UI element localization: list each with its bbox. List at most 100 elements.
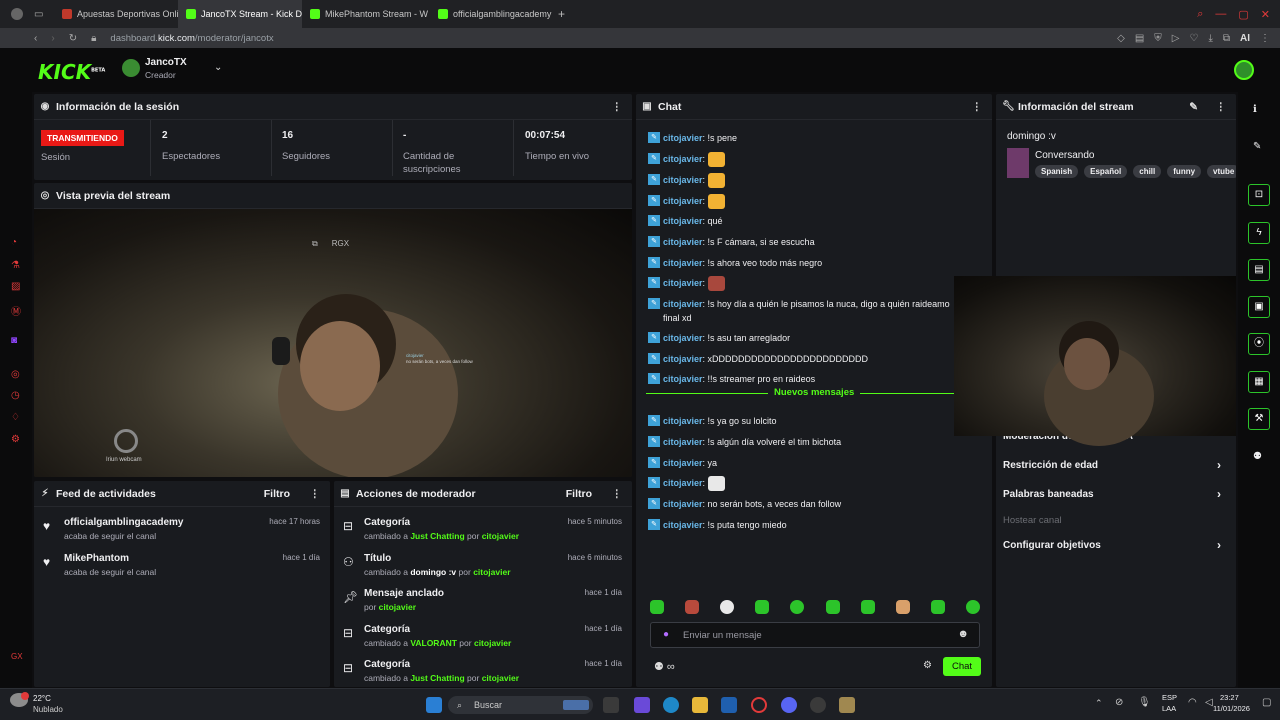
clock-time[interactable]: 23:27: [1220, 693, 1239, 702]
chat-message[interactable]: ✎ citojavier: xDDDDDDDDDDDDDDDDDDDDDDDD: [648, 352, 958, 366]
action-user[interactable]: citojavier: [473, 567, 510, 577]
tab-actions[interactable]: [0, 8, 34, 20]
action-user[interactable]: citojavier: [379, 602, 416, 612]
setting-age-restriction[interactable]: Restricción de edad ›: [1003, 458, 1227, 472]
chat-message[interactable]: ✎ citojavier: !s algún día volveré el tim…: [648, 435, 958, 449]
reload-icon[interactable]: ↻: [69, 33, 77, 44]
emote-button[interactable]: [755, 600, 770, 614]
heart-icon[interactable]: ♡: [1189, 33, 1198, 44]
tab-apuestas[interactable]: Apuestas Deportivas Onlin: [54, 0, 178, 28]
close-window-button[interactable]: ✕: [1261, 8, 1270, 21]
emote-button[interactable]: [895, 600, 910, 614]
stream-category[interactable]: Conversando: [1035, 150, 1094, 161]
chat-username[interactable]: citojavier: [663, 237, 703, 247]
wrench-icon[interactable]: ⚒: [1248, 408, 1270, 430]
app-icon[interactable]: [810, 697, 826, 713]
site-info-icon[interactable]: 🔒︎: [91, 33, 96, 44]
chat-icon[interactable]: ▣: [1248, 296, 1270, 318]
stream-video[interactable]: ⧉ RGX citojavier no serán bots, a veces …: [34, 209, 632, 477]
chat-username[interactable]: citojavier: [663, 458, 703, 468]
chat-message[interactable]: ✎ citojavier: ya: [648, 456, 958, 470]
extension-icon[interactable]: ◇: [1117, 33, 1125, 44]
twitch-icon[interactable]: ◙: [11, 335, 17, 346]
screenshot-icon[interactable]: ⧉: [1223, 33, 1230, 44]
filter-button[interactable]: Filtro: [264, 488, 290, 500]
more-options-icon[interactable]: ⋮: [612, 488, 623, 500]
settings-icon[interactable]: ⚙: [11, 434, 20, 445]
new-tab-button[interactable]: +: [558, 7, 565, 21]
ai-button[interactable]: AI: [1240, 33, 1250, 44]
chat-message[interactable]: ✎ citojavier: !s asu tan arreglador: [648, 331, 958, 345]
action-user[interactable]: citojavier: [482, 673, 519, 683]
url-field[interactable]: dashboard.kick.com/moderator/jancotx: [110, 33, 273, 44]
tab-jancotx[interactable]: JancoTX Stream - Kick Da✕: [178, 0, 302, 28]
send-chat-button[interactable]: Chat: [943, 657, 981, 676]
edit-icon[interactable]: ✎: [1253, 141, 1261, 152]
app-icon[interactable]: [839, 697, 855, 713]
emote-button[interactable]: [930, 600, 945, 614]
bolt-icon[interactable]: ϟ: [1248, 222, 1270, 244]
tool-icon[interactable]: ◔: [11, 237, 17, 248]
chat-username[interactable]: citojavier: [663, 416, 703, 426]
channel-name[interactable]: JancoTX: [145, 57, 187, 68]
category-thumbnail[interactable]: [1007, 148, 1029, 178]
webcam-overlay[interactable]: [954, 276, 1236, 446]
clock-icon[interactable]: ◷: [11, 390, 20, 401]
store-icon[interactable]: [721, 697, 737, 713]
chat-input[interactable]: ● Enviar un mensaje ☻: [650, 622, 980, 648]
app-icon[interactable]: [634, 697, 650, 713]
user-avatar[interactable]: [1234, 60, 1254, 80]
tag-chip[interactable]: funny: [1167, 165, 1202, 178]
tool-icon[interactable]: ▨: [11, 281, 20, 292]
chat-message[interactable]: ✎ citojavier:: [648, 152, 958, 168]
task-view-icon[interactable]: [603, 697, 619, 713]
minimize-button[interactable]: —: [1215, 8, 1226, 20]
download-icon[interactable]: ⤓: [1208, 33, 1212, 44]
chat-username[interactable]: citojavier: [663, 154, 703, 164]
users-icon[interactable]: ⚉ ∞: [654, 660, 675, 673]
chat-username[interactable]: citojavier: [663, 216, 703, 226]
menu-icon[interactable]: ⋮: [1260, 33, 1270, 44]
tool-icon[interactable]: ⚗: [11, 260, 20, 271]
play-icon[interactable]: ▷: [1172, 33, 1180, 44]
setting-host-channel[interactable]: Hostear canal: [1003, 515, 1227, 526]
chat-message[interactable]: ✎ citojavier:: [648, 173, 958, 189]
tab-mikephantom[interactable]: MikePhantom Stream - W: [302, 0, 430, 28]
chat-message[interactable]: ✎ citojavier: !s ya go su lolcito: [648, 414, 958, 428]
gx-icon[interactable]: GX: [11, 652, 23, 661]
shield-icon[interactable]: ⛨: [1154, 33, 1162, 44]
emote-button[interactable]: [650, 600, 664, 614]
chat-username[interactable]: citojavier: [663, 437, 703, 447]
edit-icon[interactable]: ✎: [1189, 101, 1198, 113]
users-icon[interactable]: ⚉: [1253, 451, 1262, 462]
wifi-icon[interactable]: ◠: [1188, 697, 1197, 708]
emoji-icon[interactable]: ☻: [957, 628, 969, 640]
tool-icon[interactable]: Ⓜ: [11, 303, 21, 318]
clock-date[interactable]: 11/01/2026: [1213, 704, 1250, 713]
edge-icon[interactable]: [663, 697, 679, 713]
channel-avatar[interactable]: [122, 59, 140, 77]
tool-icon[interactable]: ◎: [11, 369, 20, 380]
chat-username[interactable]: citojavier: [663, 374, 703, 384]
taskbar-search[interactable]: ⌕ Buscar: [448, 696, 593, 714]
chat-message[interactable]: ✎ citojavier:: [648, 194, 958, 210]
tag-chip[interactable]: Spanish: [1035, 165, 1079, 178]
chat-username[interactable]: citojavier: [663, 133, 703, 143]
tool-icon[interactable]: ♢: [11, 412, 20, 423]
chat-message[interactable]: ✎ citojavier: !s puta tengo miedo: [648, 518, 958, 532]
forward-icon[interactable]: ›: [51, 33, 54, 44]
search-tabs-icon[interactable]: ⌕: [1197, 8, 1203, 21]
chat-message[interactable]: ✎ citojavier: no serán bots, a veces dan …: [648, 497, 958, 511]
chat-username[interactable]: citojavier: [663, 520, 703, 530]
popout-icon[interactable]: ⧉: [312, 239, 318, 249]
file-explorer-icon[interactable]: [692, 697, 708, 713]
chat-message[interactable]: ✎ citojavier:: [648, 476, 958, 492]
tag-chip[interactable]: chill: [1133, 165, 1162, 178]
info-icon[interactable]: ℹ: [1253, 104, 1257, 115]
tag-chip[interactable]: vtube: [1207, 165, 1236, 178]
maximize-button[interactable]: ▢: [1238, 8, 1248, 21]
emote-button[interactable]: [825, 600, 840, 614]
filter-button[interactable]: Filtro: [566, 488, 592, 500]
setting-goals[interactable]: Configurar objetivos ›: [1003, 538, 1227, 552]
setting-banned-words[interactable]: Palabras baneadas ›: [1003, 487, 1227, 501]
